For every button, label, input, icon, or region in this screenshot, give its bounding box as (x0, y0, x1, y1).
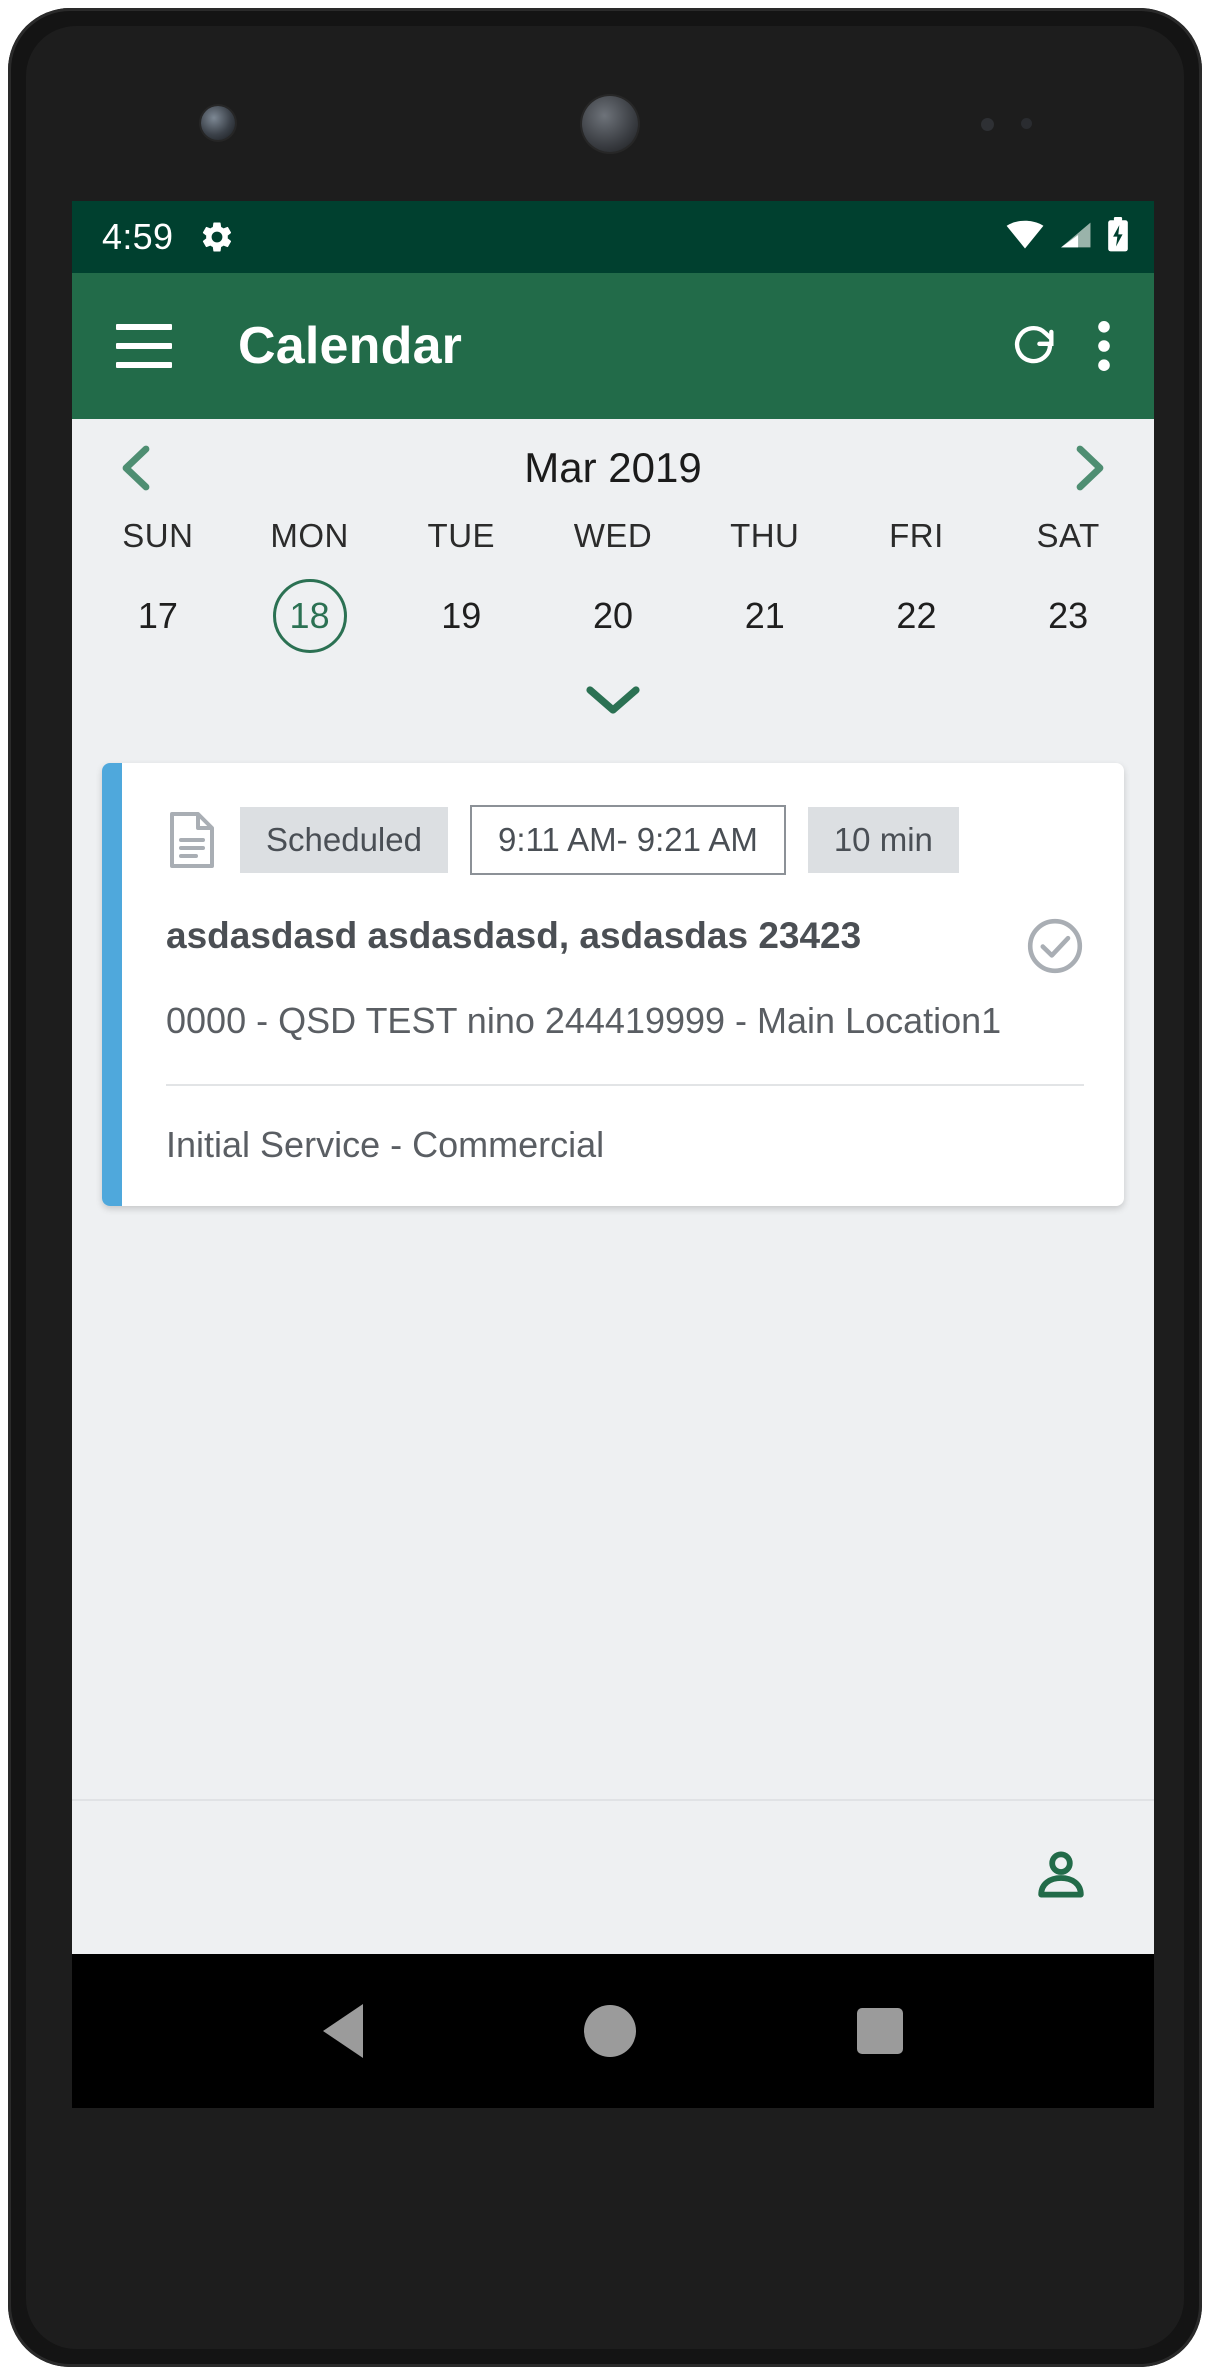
android-navigation-bar (72, 1954, 1154, 2108)
event-chip-row: Scheduled 9:11 AM- 9:21 AM 10 min (166, 805, 1084, 875)
bottom-app-bar (72, 1799, 1154, 1954)
phone-device-frame: 4:59 Calendar Mar 2019 SUN 17 MON 18 TUE… (8, 8, 1202, 2367)
app-bar-actions (1008, 320, 1124, 372)
hamburger-line-3 (116, 362, 172, 368)
event-time-chip: 9:11 AM- 9:21 AM (469, 805, 786, 875)
event-service-label: Initial Service - Commercial (166, 1124, 605, 1165)
day-number: 22 (896, 595, 937, 636)
light-sensor-icon (1021, 118, 1032, 129)
day-name: SUN (122, 517, 194, 554)
week-day-strip: SUN 17 MON 18 TUE 19 WED 20 THU 21 FRI 2… (72, 517, 1154, 653)
day-number: 17 (137, 595, 178, 636)
event-title-row: asdasdasd asdasdasd, asdasdas 23423 (166, 915, 1084, 980)
day-column-tue[interactable]: TUE 19 (385, 517, 537, 653)
recents-square-icon[interactable] (857, 2008, 904, 2054)
chevron-left-icon[interactable] (114, 443, 158, 493)
day-number-wrap: 17 (121, 579, 195, 653)
day-number: 20 (592, 595, 634, 636)
phone-screen: 4:59 Calendar Mar 2019 SUN 17 MON 18 TUE… (72, 201, 1154, 2108)
day-name: MON (270, 517, 349, 554)
gear-icon (199, 219, 235, 255)
day-name: FRI (889, 517, 944, 554)
status-bar-indicators (1006, 216, 1130, 258)
home-circle-icon[interactable] (583, 2005, 636, 2057)
battery-charging-icon (1106, 216, 1130, 258)
day-column-sun[interactable]: SUN 17 (82, 517, 234, 653)
event-duration-chip: 10 min (807, 807, 959, 873)
day-name: TUE (427, 517, 496, 554)
day-number-wrap: 22 (879, 579, 953, 653)
event-title: asdasdasd asdasdasd, asdasdas 23423 (166, 915, 862, 956)
day-number: 21 (744, 595, 785, 636)
month-navigation: Mar 2019 (72, 419, 1154, 517)
day-number: 23 (1048, 595, 1089, 636)
day-name: SAT (1036, 517, 1100, 554)
chevron-right-icon[interactable] (1068, 443, 1112, 493)
event-card[interactable]: Scheduled 9:11 AM- 9:21 AM 10 min asdasd… (102, 763, 1124, 1206)
front-camera-icon (201, 106, 235, 140)
day-number-wrap: 19 (424, 579, 498, 653)
person-icon[interactable] (1034, 1848, 1088, 1907)
day-name: WED (573, 517, 653, 554)
event-card-body: Scheduled 9:11 AM- 9:21 AM 10 min asdasd… (122, 763, 1124, 1206)
app-bar: Calendar (72, 273, 1154, 419)
day-number-wrap-selected: 18 (272, 579, 347, 653)
earpiece-speaker-icon (582, 96, 638, 152)
day-column-wed[interactable]: WED 20 (537, 517, 689, 653)
month-year-label: Mar 2019 (524, 444, 702, 491)
day-number: 19 (441, 595, 482, 636)
event-subtitle: 0000 - QSD TEST nino 244419999 - Main Lo… (166, 1000, 1002, 1041)
hamburger-menu-icon[interactable] (116, 324, 172, 368)
recents-square-shape (857, 2008, 904, 2054)
back-triangle-shape (322, 2004, 363, 2058)
home-circle-shape (583, 2005, 636, 2057)
event-accent-bar (102, 763, 122, 1206)
document-icon (166, 810, 218, 870)
day-number-wrap: 23 (1031, 579, 1105, 653)
back-triangle-icon[interactable] (322, 2004, 363, 2058)
check-circle-icon[interactable] (1026, 917, 1084, 980)
day-column-mon[interactable]: MON 18 (234, 517, 386, 653)
event-status-chip: Scheduled (240, 807, 448, 873)
proximity-sensor-icon (981, 118, 994, 131)
status-bar-clock: 4:59 (102, 216, 174, 257)
hamburger-line-1 (116, 324, 172, 330)
calendar-header: Mar 2019 SUN 17 MON 18 TUE 19 WED 20 THU… (72, 419, 1154, 751)
day-number: 18 (289, 595, 330, 636)
status-bar: 4:59 (72, 201, 1154, 273)
day-column-thu[interactable]: THU 21 (689, 517, 841, 653)
page-title: Calendar (238, 317, 463, 375)
day-number-wrap: 21 (728, 579, 802, 653)
day-column-fri[interactable]: FRI 22 (841, 517, 993, 653)
refresh-icon[interactable] (1008, 320, 1060, 372)
wifi-icon (1006, 220, 1044, 255)
chevron-down-icon (584, 683, 642, 722)
day-column-sat[interactable]: SAT 23 (992, 517, 1144, 653)
event-divider (166, 1084, 1084, 1086)
day-name: THU (730, 517, 800, 554)
events-list: Scheduled 9:11 AM- 9:21 AM 10 min asdasd… (72, 751, 1154, 1806)
expand-calendar-button[interactable] (72, 653, 1154, 751)
cellular-signal-icon (1058, 220, 1092, 255)
hamburger-line-2 (116, 343, 172, 349)
day-number-wrap: 20 (576, 579, 650, 653)
more-vertical-icon[interactable] (1094, 320, 1114, 372)
